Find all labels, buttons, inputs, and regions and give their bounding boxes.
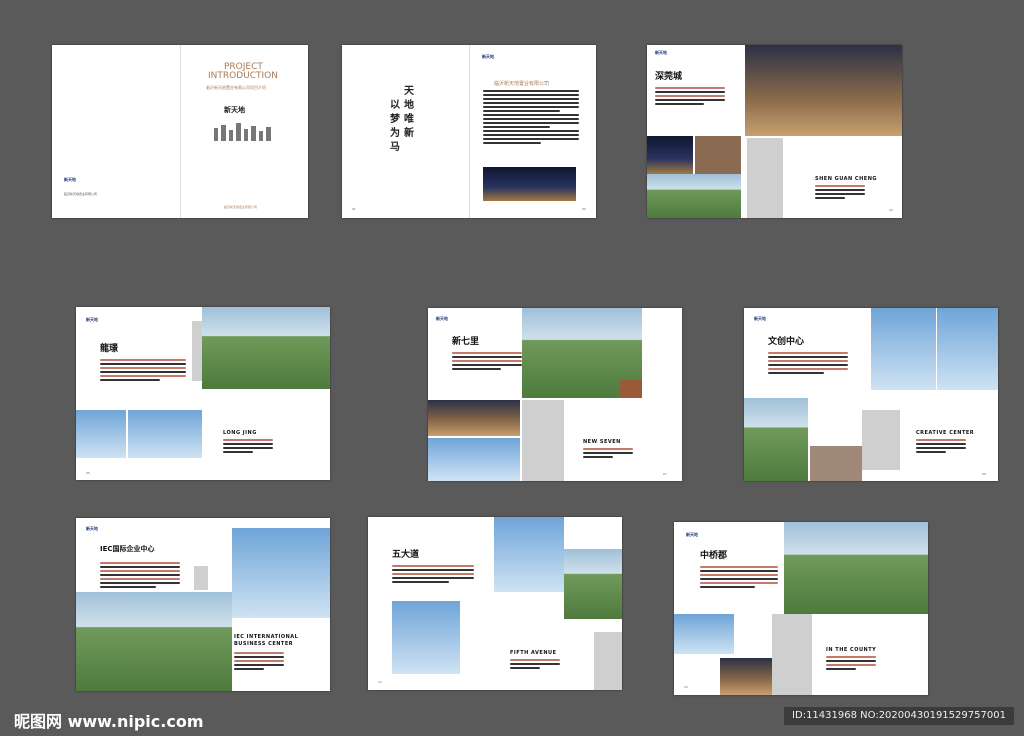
cover-spread: PROJECT INTRODUCTION 临沂新天地置业有限公司项目介绍 新天地… bbox=[52, 45, 308, 218]
page-number: 11 bbox=[86, 681, 90, 685]
cover-company-footer: 临沂新天地置业有限公司 bbox=[224, 205, 258, 209]
page-fold bbox=[469, 45, 470, 218]
project-logo: 新天地 bbox=[86, 526, 98, 531]
project-body-text-en bbox=[815, 185, 865, 201]
page-number: 09 bbox=[982, 472, 986, 476]
project-image bbox=[428, 400, 520, 436]
project-image bbox=[564, 549, 622, 619]
project-image bbox=[810, 446, 862, 481]
watermark-site: 昵图网 www.nipic.com bbox=[14, 712, 204, 731]
project-title-en: SHEN GUAN CHENG bbox=[815, 176, 877, 182]
project-image bbox=[720, 658, 772, 695]
page-number: 13 bbox=[378, 680, 382, 684]
cover-title-line2: INTRODUCTION bbox=[208, 71, 278, 81]
cover-company: 临沂新天地置业有限公司 bbox=[64, 192, 98, 196]
page-number: 02 bbox=[582, 207, 586, 211]
project-image bbox=[620, 380, 642, 398]
project-logo: 新天地 bbox=[436, 316, 448, 321]
gray-block bbox=[594, 632, 622, 690]
cover-subtitle: 临沂新天地置业有限公司项目介绍 bbox=[206, 85, 266, 90]
project-logo: 新天地 bbox=[86, 317, 98, 322]
project-image bbox=[128, 410, 202, 458]
project-title-cn: 五大道 bbox=[392, 550, 420, 560]
project-image bbox=[937, 308, 998, 390]
project-spread-creative-center: 新天地 文创中心 CREATIVE CENTER 09 bbox=[744, 308, 998, 481]
project-title-cn: 新七里 bbox=[452, 337, 480, 347]
project-spread-fifth-avenue: 五大道 FIFTH AVENUE 13 bbox=[368, 517, 622, 690]
project-body-text bbox=[655, 87, 725, 107]
project-body-text bbox=[100, 359, 186, 383]
project-title-en: LONG JING bbox=[223, 430, 257, 436]
project-image bbox=[674, 614, 734, 654]
project-main-image bbox=[871, 308, 936, 390]
project-body-text bbox=[768, 352, 848, 376]
project-logo: 新天地 bbox=[686, 532, 698, 537]
project-title-cn: 中桥郡 bbox=[700, 551, 728, 561]
project-main-image bbox=[494, 517, 564, 592]
project-main-image bbox=[784, 522, 928, 614]
project-title-cn: 龍璟 bbox=[100, 344, 119, 354]
page-number: 07 bbox=[663, 472, 667, 476]
project-title-en: NEW SEVEN bbox=[583, 439, 621, 445]
gray-block bbox=[192, 321, 202, 381]
project-image bbox=[695, 136, 741, 174]
project-title-en: IN THE COUNTY bbox=[826, 647, 877, 653]
project-image bbox=[392, 601, 460, 674]
project-body-text bbox=[392, 565, 474, 585]
project-main-image bbox=[232, 528, 330, 618]
project-body-text-en bbox=[510, 659, 560, 671]
project-body-text bbox=[100, 562, 180, 590]
watermark-id: ID:11431968 NO:20200430191529757001 bbox=[784, 707, 1014, 725]
gray-block bbox=[772, 614, 812, 695]
project-body-text-en bbox=[916, 439, 966, 455]
gray-block bbox=[194, 566, 208, 590]
intro-image bbox=[483, 167, 576, 201]
cover-brand: 新天地 bbox=[224, 106, 245, 114]
project-logo: 新天地 bbox=[655, 50, 667, 55]
project-logo: 新天地 bbox=[754, 316, 766, 321]
project-image bbox=[76, 410, 126, 458]
project-spread-in-the-county: 新天地 中桥郡 IN THE COUNTY 15 bbox=[674, 522, 928, 695]
gray-block bbox=[522, 400, 564, 481]
cover-logo: 新天地 bbox=[64, 177, 76, 182]
project-title-cn: 文创中心 bbox=[768, 337, 805, 347]
gray-block bbox=[747, 138, 783, 218]
gray-block bbox=[862, 410, 900, 470]
project-spread-long-jing: 新天地 龍璟 LONG JING 05 bbox=[76, 307, 330, 480]
project-title-cn: IEC国际企业中心 bbox=[100, 545, 155, 553]
project-image bbox=[428, 438, 520, 481]
project-image bbox=[647, 136, 693, 174]
page-fold bbox=[180, 45, 181, 218]
project-body-text bbox=[700, 566, 778, 590]
page-number: 03 bbox=[889, 208, 893, 212]
intro-body-text bbox=[483, 90, 579, 146]
project-body-text-en bbox=[234, 652, 284, 672]
project-body-text bbox=[452, 352, 522, 372]
intro-heading: 临沂新天地置业有限公司 bbox=[494, 81, 550, 87]
project-title-en: FIFTH AVENUE bbox=[510, 650, 557, 656]
project-image bbox=[744, 398, 808, 481]
project-title-en: IEC INTERNATIONAL BUSINESS CENTER bbox=[234, 634, 299, 647]
page-number: 01 bbox=[352, 207, 356, 211]
project-image bbox=[76, 592, 232, 691]
intro-logo: 新天地 bbox=[482, 54, 494, 59]
project-main-image bbox=[745, 45, 902, 136]
project-main-image bbox=[202, 307, 330, 389]
project-spread-iec: 新天地 IEC国际企业中心 IEC INTERNATIONAL BUSINESS… bbox=[76, 518, 330, 691]
intro-slogan-col2: 以梦为马 bbox=[390, 100, 400, 153]
project-title-en: CREATIVE CENTER bbox=[916, 430, 975, 436]
project-title-cn: 深莞城 bbox=[655, 72, 683, 82]
intro-slogan-col1: 天地唯新 bbox=[404, 86, 414, 139]
project-spread-new-seven: 新天地 新七里 NEW SEVEN 07 bbox=[428, 308, 682, 481]
project-spread-shen-guan-cheng: 新天地 深莞城 SHEN GUAN CHENG 03 bbox=[647, 45, 902, 218]
intro-spread: 天地唯新 以梦为马 新天地 临沂新天地置业有限公司 01 02 bbox=[342, 45, 596, 218]
project-image bbox=[647, 174, 741, 218]
cover-skyline-icon bbox=[214, 123, 271, 141]
project-body-text-en bbox=[826, 656, 876, 672]
page-number: 05 bbox=[86, 471, 90, 475]
project-body-text-en bbox=[223, 439, 273, 455]
project-body-text-en bbox=[583, 448, 633, 460]
page-number: 15 bbox=[684, 685, 688, 689]
